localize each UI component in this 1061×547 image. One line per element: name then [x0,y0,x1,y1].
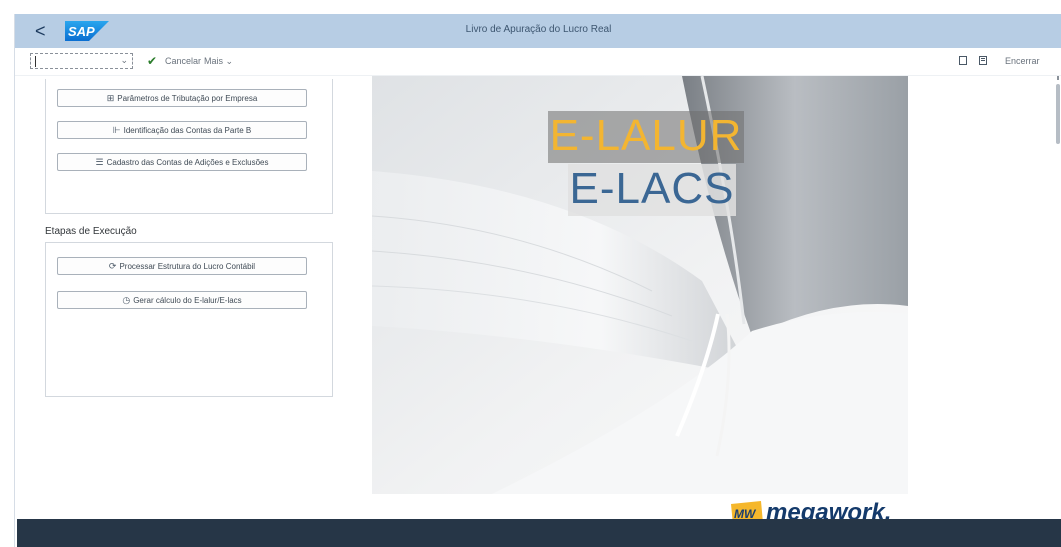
button-label: Processar Estrutura do Lucro Contábil [119,262,256,271]
command-field[interactable]: ⌄ [30,53,133,69]
banner-subtitle: E-LACS [569,164,735,213]
cancel-button[interactable]: Cancelar [165,56,201,66]
scroll-thumb[interactable] [1056,84,1060,144]
part-b-accounts-button[interactable]: ⊩ Identificação das Contas da Parte B [57,121,307,139]
chevron-down-icon: ⌄ [225,56,234,66]
shell-bar: < SAP Livro de Apuração do Lucro Real [15,14,1061,48]
button-label: Parâmetros de Tributação por Empresa [117,94,258,103]
more-button[interactable]: Mais ⌄ [204,56,233,67]
generate-calculation-button[interactable]: ◷ Gerar cálculo do E-lalur/E-lacs [57,291,307,309]
calculate-icon: ◷ [122,295,131,305]
text-cursor [35,56,36,67]
banner-image: E-LALUR E-LACS MW megawork. [372,76,908,532]
checkmark-icon[interactable]: ✔ [147,55,157,67]
banner-title: E-LALUR [549,111,743,160]
exit-button[interactable]: Encerrar [1005,56,1040,66]
button-label: Gerar cálculo do E-lalur/E-lacs [133,296,242,305]
grid-icon: ⊞ [106,93,115,103]
process-structure-button[interactable]: ⟳ Processar Estrutura do Lucro Contábil [57,257,307,275]
layout-icon[interactable] [979,56,987,65]
additions-exclusions-button[interactable]: ☰ Cadastro das Contas de Adições e Exclus… [57,153,307,171]
tax-parameters-button[interactable]: ⊞ Parâmetros de Tributação por Empresa [57,89,307,107]
page-title: Livro de Apuração do Lucro Real [465,24,612,35]
scroll-up-icon[interactable] [1057,76,1059,80]
list-icon: ☰ [95,157,104,167]
more-label: Mais [204,56,224,66]
process-icon: ⟳ [108,261,117,271]
tree-icon: ⊩ [112,125,121,135]
chevron-down-icon[interactable]: ⌄ [120,55,128,66]
button-label: Cadastro das Contas de Adições e Exclusõ… [106,158,269,167]
toolbar: ⌄ ✔ Cancelar Mais ⌄ Encerrar [15,48,1061,76]
execution-steps-title: Etapas de Execução [45,226,137,237]
button-label: Identificação das Contas da Parte B [123,126,252,135]
window-icon[interactable] [959,56,967,65]
app-window: < SAP Livro de Apuração do Lucro Real ⌄ … [14,14,1061,547]
footer-bar [17,519,1061,547]
vertical-scrollbar[interactable] [1054,76,1061,531]
